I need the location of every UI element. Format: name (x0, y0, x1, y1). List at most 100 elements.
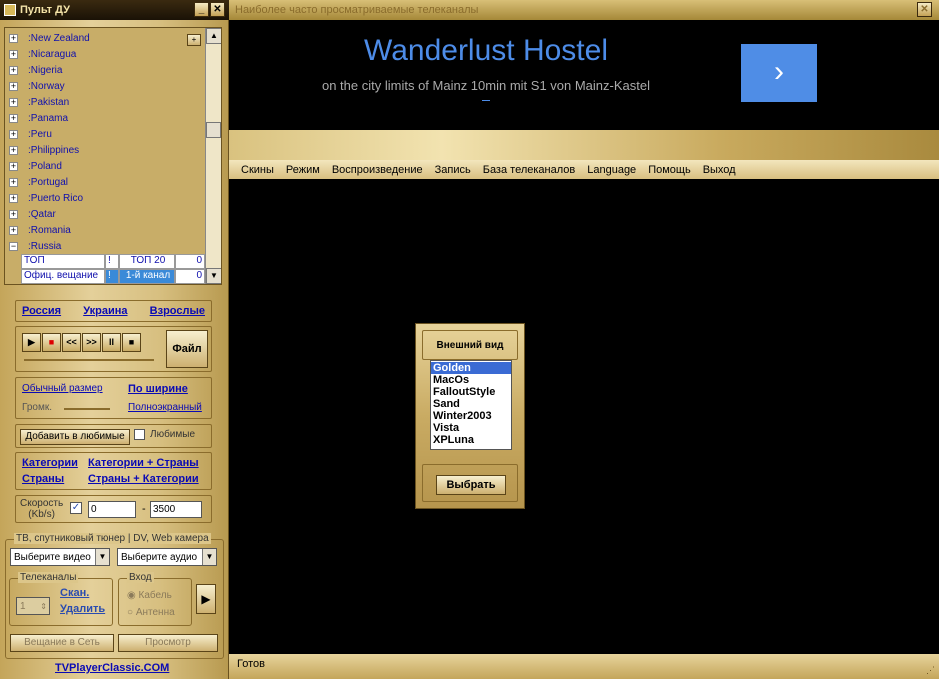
link-categories-countries[interactable]: Категории + Страны (88, 457, 199, 469)
select-skin-button[interactable]: Выбрать (436, 475, 506, 495)
favorites-checkbox[interactable] (134, 429, 145, 440)
list-item[interactable]: Winter2003 (431, 410, 511, 422)
ad-next-button[interactable]: › (741, 44, 817, 102)
tree-item[interactable]: +: Poland (5, 158, 221, 174)
table-row[interactable]: ТОП ! ТОП 20 0 (21, 254, 205, 269)
link-ukraine[interactable]: Украина (83, 305, 127, 317)
preview-button[interactable]: Просмотр (118, 634, 218, 652)
tree-item[interactable]: +: Nigeria (5, 62, 221, 78)
video-area[interactable] (236, 179, 933, 654)
speed-from-input[interactable] (88, 501, 136, 518)
menu-playback[interactable]: Воспроизведение (332, 164, 423, 176)
volume-slider[interactable] (64, 408, 110, 410)
expand-icon[interactable]: + (9, 161, 18, 171)
ad-titlebar: Наиболее часто просматриваемые телеканал… (229, 0, 939, 20)
resize-grip-icon[interactable]: ⋰ (926, 665, 935, 676)
tree-item[interactable]: −: Russia (5, 238, 221, 254)
tree-item[interactable]: +: Norway (5, 78, 221, 94)
pause-button[interactable]: II (102, 333, 121, 352)
expand-icon[interactable]: + (9, 145, 18, 155)
skin-dialog-title: Внешний вид (436, 340, 504, 351)
tuner-label: ТВ, спутниковый тюнер | DV, Web камера (14, 533, 211, 544)
channels-label: Телеканалы (18, 572, 79, 583)
expand-icon[interactable]: + (9, 209, 18, 219)
tree-scrollbar[interactable]: ▲ ▼ (205, 28, 221, 284)
expand-icon[interactable]: + (9, 225, 18, 235)
ad-banner[interactable]: Wanderlust Hostel on the city limits of … (236, 20, 933, 128)
seek-slider[interactable] (24, 359, 154, 361)
favorites-label: Любимые (150, 429, 195, 440)
link-categories[interactable]: Категории (22, 457, 78, 469)
expand-icon[interactable]: + (9, 65, 18, 75)
tree-item[interactable]: +: Peru (5, 126, 221, 142)
tree-item[interactable]: +: Pakistan (5, 94, 221, 110)
video-select[interactable]: Выберите видео ▼ (10, 548, 110, 566)
tree-item[interactable]: +: Portugal (5, 174, 221, 190)
close-icon[interactable]: ✕ (210, 2, 225, 17)
channels-group: Телеканалы 1 ⇕ Скан. Удалить (9, 572, 113, 626)
link-adult[interactable]: Взрослые (150, 305, 205, 317)
expand-icon[interactable]: + (9, 113, 18, 123)
menu-mode[interactable]: Режим (286, 164, 320, 176)
ad-title[interactable]: Wanderlust Hostel (236, 34, 736, 68)
menu-record[interactable]: Запись (435, 164, 471, 176)
menu-skins[interactable]: Скины (241, 164, 274, 176)
play-button[interactable]: ▶ (22, 333, 41, 352)
expand-icon[interactable]: + (9, 97, 18, 107)
site-link[interactable]: TVPlayerClassic.COM (55, 662, 169, 674)
scroll-down-icon[interactable]: ▼ (206, 268, 221, 284)
list-item[interactable]: Vista (431, 422, 511, 434)
expand-icon[interactable]: + (9, 49, 18, 59)
menu-channel-db[interactable]: База телеканалов (483, 164, 576, 176)
link-countries[interactable]: Страны (22, 473, 64, 485)
scroll-up-icon[interactable]: ▲ (206, 28, 221, 44)
broadcast-button[interactable]: Вещание в Сеть (10, 634, 114, 652)
forward-button[interactable]: >> (82, 333, 101, 352)
menu-language[interactable]: Language (587, 164, 636, 176)
record-button[interactable]: ■ (42, 333, 61, 352)
speed-checkbox[interactable]: ✓ (70, 502, 82, 514)
tree-item[interactable]: +: Romania (5, 222, 221, 238)
file-button[interactable]: Файл (166, 330, 208, 368)
menu-exit[interactable]: Выход (703, 164, 736, 176)
channel-stepper[interactable]: 1 ⇕ (16, 597, 50, 615)
tree-item[interactable]: +: Puerto Rico (5, 190, 221, 206)
tree-item[interactable]: +: Panama (5, 110, 221, 126)
close-icon[interactable]: ✕ (917, 2, 932, 17)
link-russia[interactable]: Россия (22, 305, 61, 317)
tree-item[interactable]: +: Nicaragua (5, 46, 221, 62)
stop-button[interactable]: ■ (122, 333, 141, 352)
expand-icon[interactable]: + (9, 81, 18, 91)
play-tuner-button[interactable]: ▶ (196, 584, 216, 614)
scroll-thumb[interactable] (206, 122, 221, 138)
link-countries-categories[interactable]: Страны + Категории (88, 473, 199, 485)
expand-icon[interactable]: + (9, 129, 18, 139)
speed-to-input[interactable] (150, 501, 202, 518)
rewind-button[interactable]: << (62, 333, 81, 352)
tree-item[interactable]: +: Qatar (5, 206, 221, 222)
minimize-button[interactable]: _ (194, 2, 209, 17)
collapse-icon[interactable]: − (9, 241, 18, 251)
list-item[interactable]: XPLuna (431, 434, 511, 446)
audio-select[interactable]: Выберите аудио ▼ (117, 548, 217, 566)
delete-link[interactable]: Удалить (60, 603, 105, 615)
fit-width-link[interactable]: По ширине (128, 383, 188, 395)
expand-icon[interactable]: + (9, 33, 18, 43)
expand-icon[interactable]: + (9, 177, 18, 187)
list-item[interactable]: Sand (431, 398, 511, 410)
list-item[interactable]: Golden (431, 362, 511, 374)
normal-size-link[interactable]: Обычный размер (22, 383, 103, 394)
menu-help[interactable]: Помощь (648, 164, 691, 176)
scan-link[interactable]: Скан. (60, 587, 89, 599)
tree-item[interactable]: +: Philippines (5, 142, 221, 158)
antenna-radio[interactable]: ○ Антенна (127, 607, 175, 618)
table-row[interactable]: Офиц. вещание ! 1-й канал 0 (21, 269, 205, 284)
expand-icon[interactable]: + (9, 193, 18, 203)
list-item[interactable]: FalloutStyle (431, 386, 511, 398)
fullscreen-link[interactable]: Полноэкранный (128, 402, 202, 413)
skin-list[interactable]: Golden MacOs FalloutStyle Sand Winter200… (430, 360, 512, 450)
expand-all-button[interactable]: + (187, 34, 201, 46)
list-item[interactable]: MacOs (431, 374, 511, 386)
cable-radio[interactable]: ◉ Кабель (127, 590, 172, 601)
add-favorite-button[interactable]: Добавить в любимые (20, 429, 130, 445)
